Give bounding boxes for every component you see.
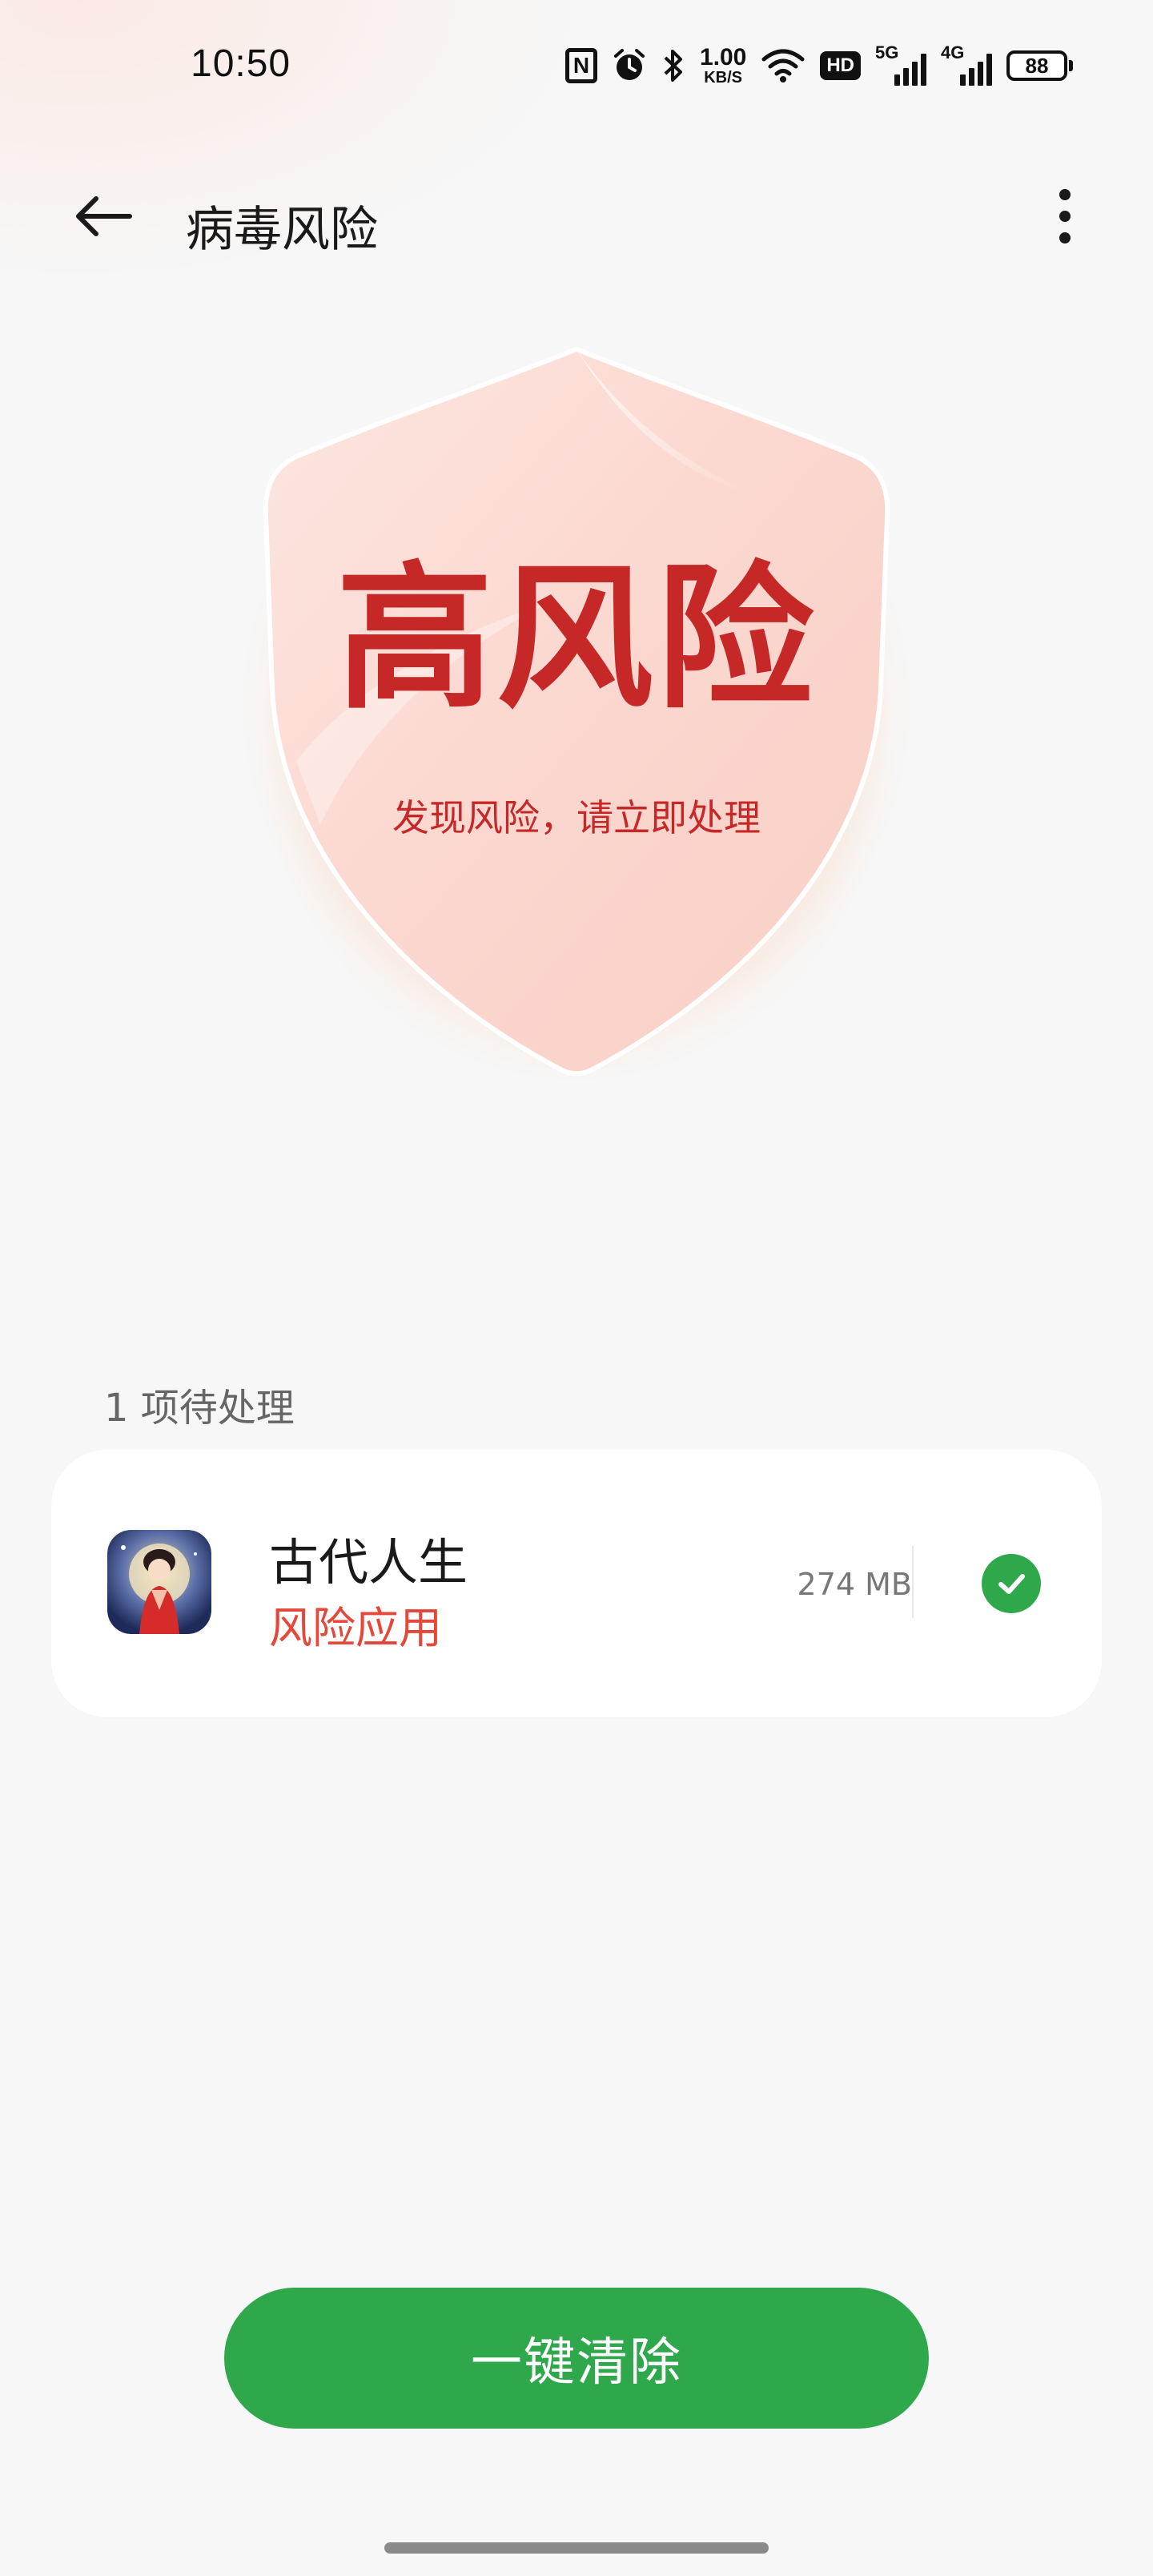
page-title: 病毒风险 [186,202,378,258]
net-speed-value: 1.00 [699,44,747,70]
signal-5g-label: 5G [875,42,899,62]
hd-voice-badge: HD [820,51,861,80]
nfc-icon: N [564,48,597,83]
wifi-icon [761,46,805,86]
status-time: 10:50 [191,42,291,85]
signal-4g-label: 4G [941,42,965,62]
more-vertical-icon [1059,189,1071,244]
risk-app-card[interactable]: 古代人生 风险应用 274 MB [51,1450,1102,1717]
risk-message: 发现风险，请立即处理 [392,796,761,839]
select-checkbox[interactable] [982,1554,1041,1613]
home-indicator[interactable] [384,2542,769,2554]
app-bar: 病毒风险 [0,160,1153,272]
back-button[interactable] [64,184,144,248]
one-click-clean-button[interactable]: 一键清除 [224,2288,929,2429]
app-risk-tag: 风险应用 [269,1603,442,1653]
net-speed-unit: KB/S [704,69,743,87]
battery-level: 88 [1006,50,1067,81]
net-speed: 1.00 KB/S [699,44,747,87]
pending-count-header: 1 项待处理 [104,1386,295,1431]
signal-bars-icon [894,54,926,86]
app-icon [107,1530,211,1634]
divider [912,1546,914,1618]
more-options-button[interactable] [1033,184,1097,248]
app-size: 274 MB [797,1567,912,1602]
bluetooth-icon [661,46,685,86]
signal-bars-icon [960,54,992,86]
risk-shield: 高风险 发现风险，请立即处理 [248,344,905,1081]
app-name: 古代人生 [269,1533,468,1592]
signal-4g: 4G [941,42,992,86]
risk-level-text: 高风险 [335,548,817,731]
arrow-left-icon [76,196,132,236]
signal-5g: 5G [875,42,926,86]
status-bar: 10:50 N 1.00 KB/S HD 5G 4G 88 [0,0,1153,128]
alarm-icon [612,46,647,86]
battery-icon: 88 [1006,46,1073,86]
check-icon [998,1574,1025,1594]
status-icons: N 1.00 KB/S HD 5G 4G 88 [564,42,1073,90]
